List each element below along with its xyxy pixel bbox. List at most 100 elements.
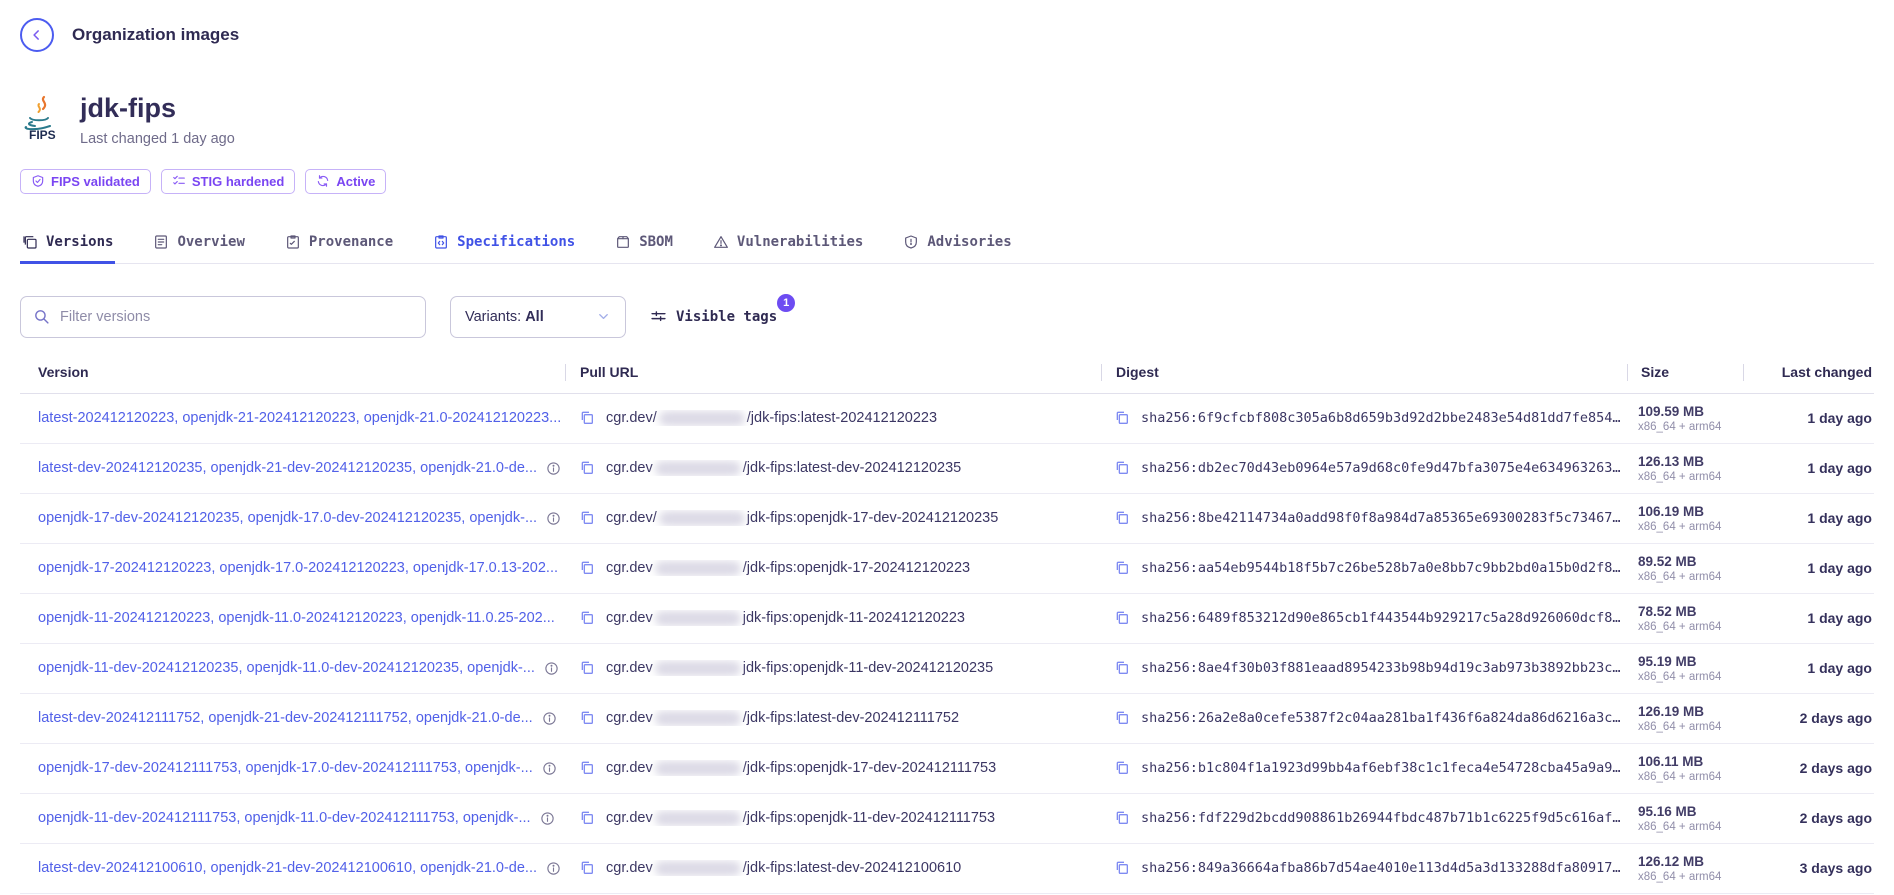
last-changed-value: 3 days ago: [1800, 860, 1872, 876]
version-link[interactable]: openjdk-17-dev-202412120235, openjdk-17.…: [38, 510, 537, 526]
badge-stig-hardened[interactable]: STIG hardened: [161, 169, 295, 194]
redacted-org: [655, 811, 741, 826]
last-changed-cell: 2 days ago: [1740, 810, 1874, 826]
tab-label: SBOM: [639, 234, 673, 250]
column-header-pull-url: Pull URL: [566, 364, 1101, 380]
version-cell: openjdk-11-dev-202412120235, openjdk-11.…: [20, 660, 565, 676]
image-title-block: jdk-fips Last changed 1 day ago: [80, 94, 235, 147]
column-header-digest: Digest: [1102, 364, 1627, 380]
version-link[interactable]: latest-dev-202412100610, openjdk-21-dev-…: [38, 860, 537, 876]
tab-versions[interactable]: Versions: [20, 228, 115, 263]
digest-cell: sha256:6f9cfcbf808c305a6b8d659b3d92d2bbe…: [1100, 410, 1625, 426]
copy-icon[interactable]: [579, 860, 595, 876]
copy-icon[interactable]: [1114, 410, 1130, 426]
size-value: 126.13 MB: [1638, 454, 1721, 469]
tab-vulnerabilities[interactable]: Vulnerabilities: [711, 228, 865, 263]
copy-icon[interactable]: [579, 510, 595, 526]
pull-url: cgr.dev/jdk-fips:latest-dev-202412120235: [606, 460, 961, 476]
version-link[interactable]: latest-dev-202412120235, openjdk-21-dev-…: [38, 460, 537, 476]
search-input[interactable]: [60, 309, 413, 325]
copy-icon[interactable]: [579, 810, 595, 826]
visible-tags-button[interactable]: Visible tags 1: [650, 308, 783, 325]
svg-text:FIPS: FIPS: [29, 128, 56, 142]
version-link[interactable]: openjdk-11-202412120223, openjdk-11.0-20…: [38, 610, 555, 626]
version-cell: latest-dev-202412111752, openjdk-21-dev-…: [20, 710, 565, 726]
copy-icon[interactable]: [1114, 710, 1130, 726]
column-header-last-changed: Last changed: [1744, 364, 1874, 380]
copy-icon[interactable]: [579, 410, 595, 426]
variants-dropdown[interactable]: Variants: All: [450, 296, 626, 338]
copy-icon[interactable]: [579, 560, 595, 576]
pull-url: cgr.dev/jdk-fips:latest-dev-202412111752: [606, 710, 959, 726]
digest-value: sha256:8be42114734a0add98f0f8a984d7a8536…: [1141, 510, 1621, 526]
refresh-icon: [316, 174, 330, 188]
badge-label: FIPS validated: [51, 174, 140, 189]
version-link[interactable]: openjdk-17-dev-202412111753, openjdk-17.…: [38, 760, 533, 776]
organization-image-page: Organization images FIPS jdk-fips Last c…: [0, 0, 1894, 894]
copy-icon[interactable]: [579, 610, 595, 626]
copy-icon[interactable]: [1114, 510, 1130, 526]
info-icon[interactable]: [542, 711, 557, 726]
info-icon[interactable]: [546, 461, 561, 476]
tab-provenance[interactable]: Provenance: [283, 228, 395, 263]
back-button[interactable]: [20, 18, 54, 52]
breadcrumb: Organization images: [20, 0, 1874, 52]
shield-icon: [903, 234, 919, 250]
table-row: latest-202412120223, openjdk-21-20241212…: [20, 394, 1874, 444]
version-link[interactable]: latest-dev-202412111752, openjdk-21-dev-…: [38, 710, 533, 726]
image-header: FIPS jdk-fips Last changed 1 day ago: [20, 94, 1874, 147]
filter-versions-searchbox: [20, 296, 426, 338]
copy-icon[interactable]: [1114, 610, 1130, 626]
info-icon[interactable]: [542, 761, 557, 776]
copy-icon[interactable]: [579, 710, 595, 726]
copy-icon[interactable]: [1114, 660, 1130, 676]
arch-value: x86_64 + arm64: [1638, 721, 1721, 733]
tab-advisories[interactable]: Advisories: [901, 228, 1013, 263]
tab-specifications[interactable]: Specifications: [431, 228, 577, 263]
size-value: 78.52 MB: [1638, 604, 1721, 619]
digest-value: sha256:849a36664afba86b7d54ae4010e113d4d…: [1141, 860, 1621, 876]
digest-cell: sha256:849a36664afba86b7d54ae4010e113d4d…: [1100, 860, 1625, 876]
version-link[interactable]: openjdk-11-dev-202412120235, openjdk-11.…: [38, 660, 535, 676]
copy-icon[interactable]: [1114, 560, 1130, 576]
badge-label: STIG hardened: [192, 174, 284, 189]
badge-active[interactable]: Active: [305, 169, 386, 194]
copy-icon[interactable]: [1114, 860, 1130, 876]
tab-overview[interactable]: Overview: [151, 228, 246, 263]
filter-bar: Variants: All Visible tags 1: [20, 296, 1874, 338]
info-icon[interactable]: [546, 861, 561, 876]
badge-fips-validated[interactable]: FIPS validated: [20, 169, 151, 194]
copy-icon[interactable]: [579, 660, 595, 676]
redacted-org: [659, 511, 745, 526]
pull-url-cell: cgr.devjdk-fips:openjdk-11-dev-202412120…: [565, 660, 1100, 676]
redacted-org: [655, 661, 741, 676]
copy-icon[interactable]: [579, 760, 595, 776]
size-cell: 95.16 MB x86_64 + arm64: [1625, 804, 1740, 833]
arch-value: x86_64 + arm64: [1638, 671, 1721, 683]
pull-url-cell: cgr.dev/jdk-fips:openjdk-17-dev-20241211…: [565, 760, 1100, 776]
info-icon[interactable]: [546, 511, 561, 526]
size-value: 95.16 MB: [1638, 804, 1721, 819]
size-cell: 109.59 MB x86_64 + arm64: [1625, 404, 1740, 433]
pull-url-cell: cgr.dev/jdk-fips:latest-dev-202412111752: [565, 710, 1100, 726]
version-link[interactable]: openjdk-11-dev-202412111753, openjdk-11.…: [38, 810, 531, 826]
digest-value: sha256:db2ec70d43eb0964e57a9d68c0fe9d47b…: [1141, 460, 1621, 476]
table-row: openjdk-11-dev-202412120235, openjdk-11.…: [20, 644, 1874, 694]
copy-icon[interactable]: [1114, 810, 1130, 826]
copy-icon[interactable]: [1114, 760, 1130, 776]
version-link[interactable]: openjdk-17-202412120223, openjdk-17.0-20…: [38, 560, 558, 576]
copy-icon[interactable]: [1114, 460, 1130, 476]
pull-url-cell: cgr.dev/jdk-fips:latest-dev-202412100610: [565, 860, 1100, 876]
pull-url-cell: cgr.devjdk-fips:openjdk-11-202412120223: [565, 610, 1100, 626]
info-icon[interactable]: [544, 661, 559, 676]
tab-sbom[interactable]: SBOM: [613, 228, 675, 263]
last-changed-value: 1 day ago: [1807, 460, 1872, 476]
info-icon[interactable]: [540, 811, 555, 826]
version-cell: openjdk-11-202412120223, openjdk-11.0-20…: [20, 610, 565, 626]
version-link[interactable]: latest-202412120223, openjdk-21-20241212…: [38, 410, 561, 426]
pull-url-cell: cgr.dev//jdk-fips:latest-202412120223: [565, 410, 1100, 426]
page-title: Organization images: [72, 25, 239, 45]
tab-label: Provenance: [309, 234, 393, 250]
copy-icon[interactable]: [579, 460, 595, 476]
shield-check-icon: [31, 174, 45, 188]
